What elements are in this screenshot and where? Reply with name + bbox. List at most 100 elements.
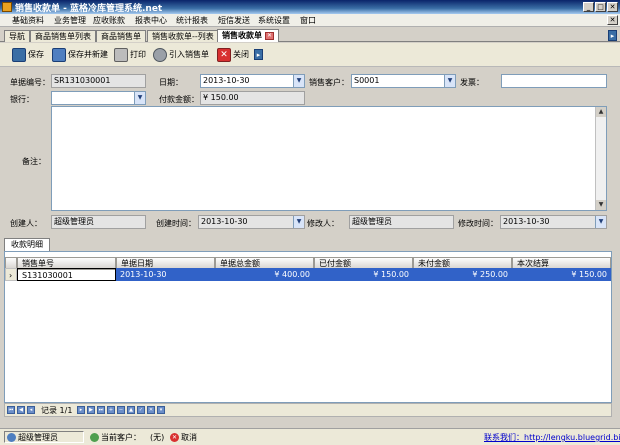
toolbar-overflow-icon[interactable]: ▸ — [254, 49, 263, 60]
add-record-icon[interactable]: + — [107, 406, 115, 414]
cancel-icon: ✕ — [170, 433, 179, 442]
print-button[interactable]: 打印 — [114, 46, 146, 64]
cancel-customer-button[interactable]: ✕ 取消 — [170, 432, 197, 443]
import-label: 引入销售单 — [169, 50, 209, 59]
customer-icon — [90, 433, 99, 442]
minimize-button[interactable]: _ — [583, 2, 594, 12]
prev-page-icon[interactable]: ◀ — [17, 406, 25, 414]
tab-receipt-details[interactable]: 收款明细 — [4, 238, 50, 251]
date-label: 日期： — [159, 78, 183, 87]
cancel-edit-icon[interactable]: ✕ — [147, 406, 155, 414]
remarks-label: 备注： — [22, 157, 46, 166]
cell-total-amount[interactable]: ¥ 400.00 — [215, 268, 314, 281]
cell-this-settlement[interactable]: ¥ 150.00 — [512, 268, 611, 281]
close-window-button[interactable]: ✕ — [607, 2, 618, 12]
bank-label: 银行： — [10, 95, 34, 104]
tab-sales-order[interactable]: 商品销售单 — [96, 30, 146, 42]
last-page-icon[interactable]: ⏭ — [97, 406, 105, 414]
delete-record-icon[interactable]: − — [117, 406, 125, 414]
edit-record-icon[interactable]: ▲ — [127, 406, 135, 414]
post-record-icon[interactable]: ✓ — [137, 406, 145, 414]
menu-statistics[interactable]: 统计报表 — [176, 15, 208, 26]
date-field[interactable]: 2013-10-30 ▼ — [200, 74, 305, 88]
save-new-button[interactable]: 保存并新建 — [52, 46, 108, 64]
customer-label: 销售客户： — [309, 78, 349, 87]
remarks-scrollbar[interactable]: ▲ ▼ — [595, 107, 606, 210]
filter-icon[interactable]: ▾ — [157, 406, 165, 414]
print-label: 打印 — [130, 50, 146, 59]
menu-basic-data[interactable]: 基础资料 — [12, 15, 44, 26]
printer-icon — [114, 48, 128, 62]
create-time-field: 2013-10-30 ▼ — [198, 215, 305, 229]
mdi-close-button[interactable]: ✕ — [607, 15, 618, 25]
creator-label: 创建人： — [10, 219, 42, 228]
gear-icon — [153, 48, 167, 62]
tab-close-icon[interactable]: ✕ — [265, 31, 274, 40]
app-icon — [2, 2, 12, 12]
creator-field: 超级管理员 — [51, 215, 146, 229]
tab-sales-order-list[interactable]: 商品销售单列表 — [30, 30, 96, 42]
cell-doc-date[interactable]: 2013-10-30 — [116, 268, 215, 281]
customer-label-text: 当前客户： — [101, 433, 141, 442]
chevron-down-icon[interactable]: ▼ — [134, 92, 145, 104]
modifier-label: 修改人： — [307, 219, 339, 228]
modify-time-label: 修改时间： — [458, 219, 498, 228]
record-counter: 记录 1/1 — [41, 406, 73, 415]
contact-link[interactable]: 联系我们：http://lengku.bluegrid.biz — [484, 432, 620, 443]
maximize-button[interactable]: □ — [595, 2, 606, 12]
user-icon — [7, 433, 16, 442]
tab-receipt[interactable]: 销售收款单 ✕ — [217, 29, 279, 42]
scroll-down-icon[interactable]: ▼ — [596, 200, 606, 210]
document-tabs: 导航 商品销售单列表 商品销售单 销售收款单--列表 销售收款单 ✕ ▸ — [0, 27, 620, 42]
tab-receipt-list[interactable]: 销售收款单--列表 — [147, 30, 219, 42]
cell-sales-no[interactable]: S131030001 — [17, 268, 116, 281]
tab-receipt-label: 销售收款单 — [222, 31, 262, 40]
prev-record-icon[interactable]: ◂ — [27, 406, 35, 414]
customer-value: S0001 — [354, 76, 380, 85]
save-button[interactable]: 保存 — [12, 46, 44, 64]
chevron-down-icon[interactable]: ▼ — [293, 75, 304, 87]
doc-no-field: SR131030001 — [51, 74, 146, 88]
save-icon — [12, 48, 26, 62]
close-icon: ✕ — [217, 48, 231, 62]
save-label: 保存 — [28, 50, 44, 59]
window-title: 销售收款单 - 蓝格冷库管理系统.net — [15, 4, 163, 14]
status-bar: 超级管理员 当前客户： (无) ✕ 取消 联系我们：http://lengku.b… — [0, 428, 620, 445]
scroll-up-icon[interactable]: ▲ — [596, 107, 606, 117]
close-button[interactable]: ✕ 关闭 — [217, 46, 249, 64]
customer-field[interactable]: S0001 ▼ — [351, 74, 456, 88]
doc-no-label: 单据编号： — [10, 78, 50, 87]
modify-time-field: 2013-10-30 ▼ — [500, 215, 607, 229]
menu-receivables[interactable]: 应收账款 — [93, 15, 125, 26]
cell-paid-amount[interactable]: ¥ 150.00 — [314, 268, 413, 281]
cell-unpaid-amount[interactable]: ¥ 250.00 — [413, 268, 512, 281]
menu-sms[interactable]: 短信发送 — [218, 15, 250, 26]
pay-amount-field: ¥ 150.00 — [200, 91, 305, 105]
next-page-icon[interactable]: ▶ — [87, 406, 95, 414]
menu-business[interactable]: 业务管理 — [54, 15, 86, 26]
record-navigator: ⏮ ◀ ◂ 记录 1/1 ▸ ▶ ⏭ + − ▲ ✓ ✕ ▾ — [4, 403, 612, 417]
menu-window[interactable]: 窗口 — [300, 15, 316, 26]
cancel-label: 取消 — [181, 433, 197, 442]
invoice-label: 发票： — [460, 78, 484, 87]
chevron-down-icon[interactable]: ▼ — [444, 75, 455, 87]
import-sales-order-button[interactable]: 引入销售单 — [153, 46, 209, 64]
tab-scroll-right-icon[interactable]: ▸ — [608, 30, 617, 41]
modify-time-value: 2013-10-30 — [503, 217, 550, 226]
save-new-label: 保存并新建 — [68, 50, 108, 59]
receipt-details-grid: 销售单号 单据日期 单据总金额 已付金额 未付金额 本次结算 › S131030… — [4, 251, 612, 403]
current-customer-value: (无) — [150, 433, 165, 442]
next-record-icon[interactable]: ▸ — [77, 406, 85, 414]
bank-field[interactable]: ▼ — [51, 91, 146, 105]
modifier-field: 超级管理员 — [349, 215, 454, 229]
first-page-icon[interactable]: ⏮ — [7, 406, 15, 414]
remarks-textarea[interactable]: ▲ ▼ — [51, 106, 607, 211]
tab-navigation[interactable]: 导航 — [4, 30, 30, 42]
pay-amount-label: 付款金额： — [159, 95, 199, 104]
create-time-value: 2013-10-30 — [201, 217, 248, 226]
menu-reports[interactable]: 报表中心 — [135, 15, 167, 26]
invoice-field[interactable] — [501, 74, 607, 88]
toolbar: 保存 保存并新建 打印 引入销售单 ✕ 关闭 ▸ — [0, 43, 620, 67]
row-pointer-icon: › — [5, 268, 17, 281]
menu-settings[interactable]: 系统设置 — [258, 15, 290, 26]
